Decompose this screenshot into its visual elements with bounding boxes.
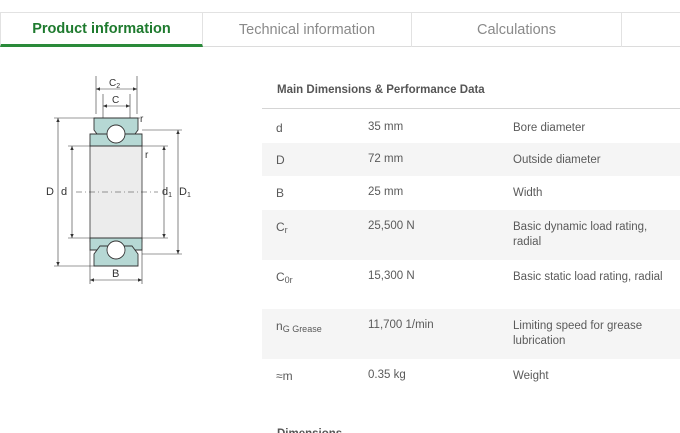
row-symbol: ≈m (276, 369, 293, 383)
tab-calculations[interactable]: Calculations (412, 12, 622, 47)
row-value: 72 mm (368, 153, 404, 165)
tab-product-information[interactable]: Product information (0, 12, 203, 47)
tab-technical-information[interactable]: Technical information (203, 12, 412, 47)
row-symbol: d (276, 121, 283, 135)
label-c2: C2 (109, 78, 120, 90)
label-d1: d1 (162, 186, 172, 199)
table-row: B 25 mm Width (262, 176, 680, 210)
row-description: Basic dynamic load rating, radial (513, 221, 648, 248)
label-r-top: r (140, 114, 144, 125)
dimension-c: C (102, 94, 131, 118)
row-symbol: nG Grease (276, 319, 322, 334)
row-description: Limiting speed for grease lubrication (513, 320, 643, 347)
table-row: ≈m 0.35 kg Weight (262, 359, 680, 393)
dimension-d-bore: d (60, 146, 74, 238)
table-row: nG Grease 11,700 1/min Limiting speed fo… (262, 309, 680, 359)
row-symbol: Cr (276, 220, 288, 235)
row-symbol: D (276, 153, 285, 167)
row-value: 0.35 kg (368, 369, 406, 381)
row-value: 35 mm (368, 121, 404, 133)
row-value: 25 mm (368, 186, 404, 198)
spec-table: d 35 mm Bore diameter D 72 mm Outside di… (262, 109, 680, 393)
label-d: d (61, 186, 67, 198)
section-title: Main Dimensions & Performance Data (277, 84, 485, 96)
label-c: C (112, 95, 119, 106)
dimension-d-outer: D (46, 118, 60, 266)
row-value: 25,500 N (368, 220, 415, 232)
table-row: d 35 mm Bore diameter (262, 109, 680, 143)
dimension-D1: D1 (176, 130, 197, 254)
table-row: C0r 15,300 N Basic static load rating, r… (262, 260, 680, 309)
row-description: Bore diameter (513, 122, 586, 134)
bearing-diagram: C2 C D d d1 D1 r r B (46, 76, 197, 284)
row-symbol: B (276, 186, 285, 200)
dimension-d1: d1 (162, 146, 172, 238)
tab-empty (622, 12, 680, 47)
row-description: Weight (513, 370, 549, 382)
row-value: 11,700 1/min (368, 319, 434, 331)
next-section-title: Dimensions (277, 428, 342, 433)
table-row: Cr 25,500 N Basic dynamic load rating, r… (262, 210, 680, 260)
label-D: D (46, 186, 54, 198)
row-description: Width (513, 187, 543, 199)
tab-bar: Product information Technical informatio… (0, 12, 680, 47)
label-r-mid: r (145, 150, 149, 161)
bearing-cross-section (76, 117, 158, 267)
row-value: 15,300 N (368, 270, 415, 282)
row-description: Basic static load rating, radial (513, 271, 663, 283)
table-row: D 72 mm Outside diameter (262, 143, 680, 176)
row-description: Outside diameter (513, 154, 601, 166)
row-symbol: C0r (276, 270, 293, 285)
label-B: B (112, 268, 119, 280)
